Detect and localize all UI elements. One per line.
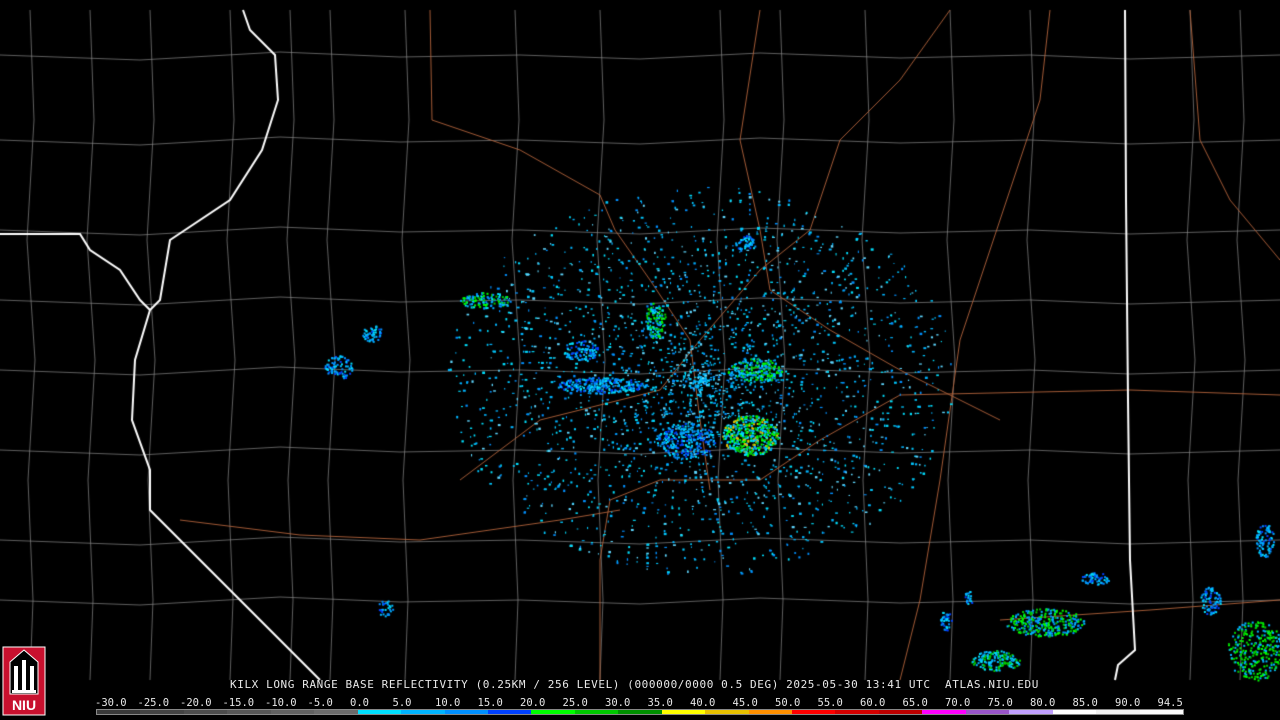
scale-label: -10.0 <box>265 697 297 709</box>
colorbar-segment <box>314 710 358 714</box>
scale-label: 35.0 <box>647 697 673 709</box>
colorbar-segment <box>1009 710 1053 714</box>
colorbar-segment <box>1052 710 1097 714</box>
logo-text: NIU <box>12 697 36 713</box>
colorbar-segment <box>1139 710 1183 714</box>
scale-label: 85.0 <box>1072 697 1098 709</box>
colorbar-labels: -30.0 -25.0 -20.0 -15.0 -10.0 -5.0 0.0 5.0 10.0 1… <box>95 697 1190 709</box>
colorbar-segment <box>661 710 706 714</box>
scale-label: -20.0 <box>180 697 212 709</box>
scale-label: -30.0 <box>95 697 127 709</box>
scale-label: 80.0 <box>1030 697 1056 709</box>
scale-label: 60.0 <box>860 697 886 709</box>
colorbar-segment <box>1096 710 1140 714</box>
colorbar-segment <box>792 710 836 714</box>
product-caption: KILX LONG RANGE BASE REFLECTIVITY (0.25K… <box>230 678 1039 691</box>
scale-label: 94.5 <box>1157 697 1183 709</box>
colorbar-segment <box>227 710 271 714</box>
scale-label: 20.0 <box>520 697 546 709</box>
colorbar-segment <box>878 710 923 714</box>
scale-label: 25.0 <box>562 697 588 709</box>
scale-label: 5.0 <box>392 697 412 709</box>
colorbar-segment <box>922 710 966 714</box>
colorbar-segment <box>748 710 792 714</box>
niu-logo: NIU <box>2 646 46 716</box>
colorbar-segment <box>97 710 141 714</box>
scale-label: 90.0 <box>1115 697 1141 709</box>
colorbar-segment <box>835 710 879 714</box>
scale-label: 70.0 <box>945 697 971 709</box>
colorbar-segment <box>487 710 532 714</box>
scale-label: 50.0 <box>775 697 801 709</box>
scale-label: 30.0 <box>605 697 631 709</box>
reflectivity-colorbar <box>96 709 1184 715</box>
scale-label: 10.0 <box>435 697 461 709</box>
scale-label: 45.0 <box>732 697 758 709</box>
colorbar-segment <box>705 710 749 714</box>
radar-map <box>0 0 1280 720</box>
scale-label: 15.0 <box>477 697 503 709</box>
colorbar-segment <box>965 710 1010 714</box>
colorbar-segment <box>183 710 228 714</box>
scale-label: -5.0 <box>307 697 333 709</box>
colorbar-segment <box>574 710 619 714</box>
colorbar-segment <box>140 710 184 714</box>
colorbar-segment <box>531 710 575 714</box>
colorbar-segment <box>444 710 488 714</box>
colorbar-segment <box>270 710 315 714</box>
scale-label: -15.0 <box>222 697 255 709</box>
scale-label: -25.0 <box>137 697 170 709</box>
colorbar-segment <box>401 710 445 714</box>
colorbar-segment <box>618 710 662 714</box>
colorbar-segment <box>357 710 402 714</box>
scale-label: 0.0 <box>350 697 369 709</box>
scale-label: 55.0 <box>817 697 843 709</box>
scale-label: 75.0 <box>987 697 1013 709</box>
scale-label: 65.0 <box>902 697 928 709</box>
scale-label: 40.0 <box>690 697 716 709</box>
